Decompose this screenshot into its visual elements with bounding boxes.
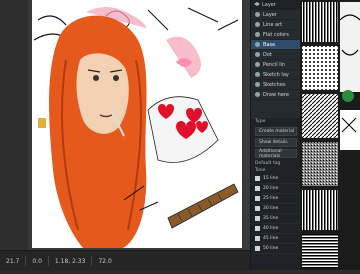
layer-row[interactable]: Layer — [251, 10, 301, 20]
default-tag-label: Default tag — [255, 161, 281, 166]
coordinates-readout: 1.18, 2.33 — [54, 257, 86, 265]
brush-size-readout: 72.0 — [98, 257, 112, 265]
tone-list-item[interactable]: 15 line — [251, 174, 301, 184]
tone-material-grid — [300, 0, 360, 270]
tone-list-item[interactable]: 45 line — [251, 234, 301, 244]
layer-panel-header: Layer — [251, 0, 301, 10]
layer-panel: Layer Layer Line art Flat colors Base Do… — [250, 0, 301, 270]
visibility-icon[interactable] — [255, 62, 260, 67]
additional-materials-button[interactable]: Additional materials — [255, 149, 297, 159]
visibility-icon[interactable] — [255, 12, 260, 17]
left-gutter — [0, 0, 28, 270]
tone-list-item[interactable]: 30 line — [251, 204, 301, 214]
tone-label: Tone — [255, 168, 266, 173]
material-properties-panel: Type Create material Show details Additi… — [251, 118, 301, 270]
visibility-icon[interactable] — [255, 42, 260, 47]
visibility-icon[interactable] — [255, 22, 260, 27]
tone-list-item[interactable]: 20 line — [251, 184, 301, 194]
zoom-readout[interactable]: 21.7 — [6, 258, 19, 265]
angle-readout[interactable]: 0.0 — [32, 258, 42, 265]
layer-row[interactable]: Draw here — [251, 90, 301, 100]
visibility-icon[interactable] — [255, 72, 260, 77]
layer-row-selected[interactable]: Base — [251, 40, 301, 50]
layers-icon — [254, 2, 260, 8]
tone-list-item[interactable]: 50 line — [251, 244, 301, 254]
show-details-button[interactable]: Show details — [255, 138, 297, 147]
layer-row[interactable]: Flat colors — [251, 30, 301, 40]
layer-row[interactable]: Pencil lin — [251, 60, 301, 70]
canvas-status-bar: 21.7 0.0 1.18, 2.33 72.0 — [0, 250, 250, 271]
layer-panel-title: Layer — [262, 2, 276, 8]
artwork — [28, 0, 250, 250]
tone-list-item[interactable]: 40 line — [251, 224, 301, 234]
type-label: Type — [255, 119, 266, 124]
tone-list-item[interactable]: 25 line — [251, 194, 301, 204]
visibility-icon[interactable] — [255, 82, 260, 87]
layer-row[interactable]: Line art — [251, 20, 301, 30]
tone-swatches[interactable] — [300, 0, 360, 270]
visibility-icon[interactable] — [255, 92, 260, 97]
visibility-icon[interactable] — [255, 52, 260, 57]
drawing-canvas[interactable] — [28, 0, 250, 250]
create-material-button[interactable]: Create material — [255, 127, 297, 136]
visibility-icon[interactable] — [255, 32, 260, 37]
layer-row[interactable]: Sketch lay — [251, 70, 301, 80]
layer-row[interactable]: Dot — [251, 50, 301, 60]
layer-row[interactable]: Sketches — [251, 80, 301, 90]
tone-list-item[interactable]: 35 line — [251, 214, 301, 224]
